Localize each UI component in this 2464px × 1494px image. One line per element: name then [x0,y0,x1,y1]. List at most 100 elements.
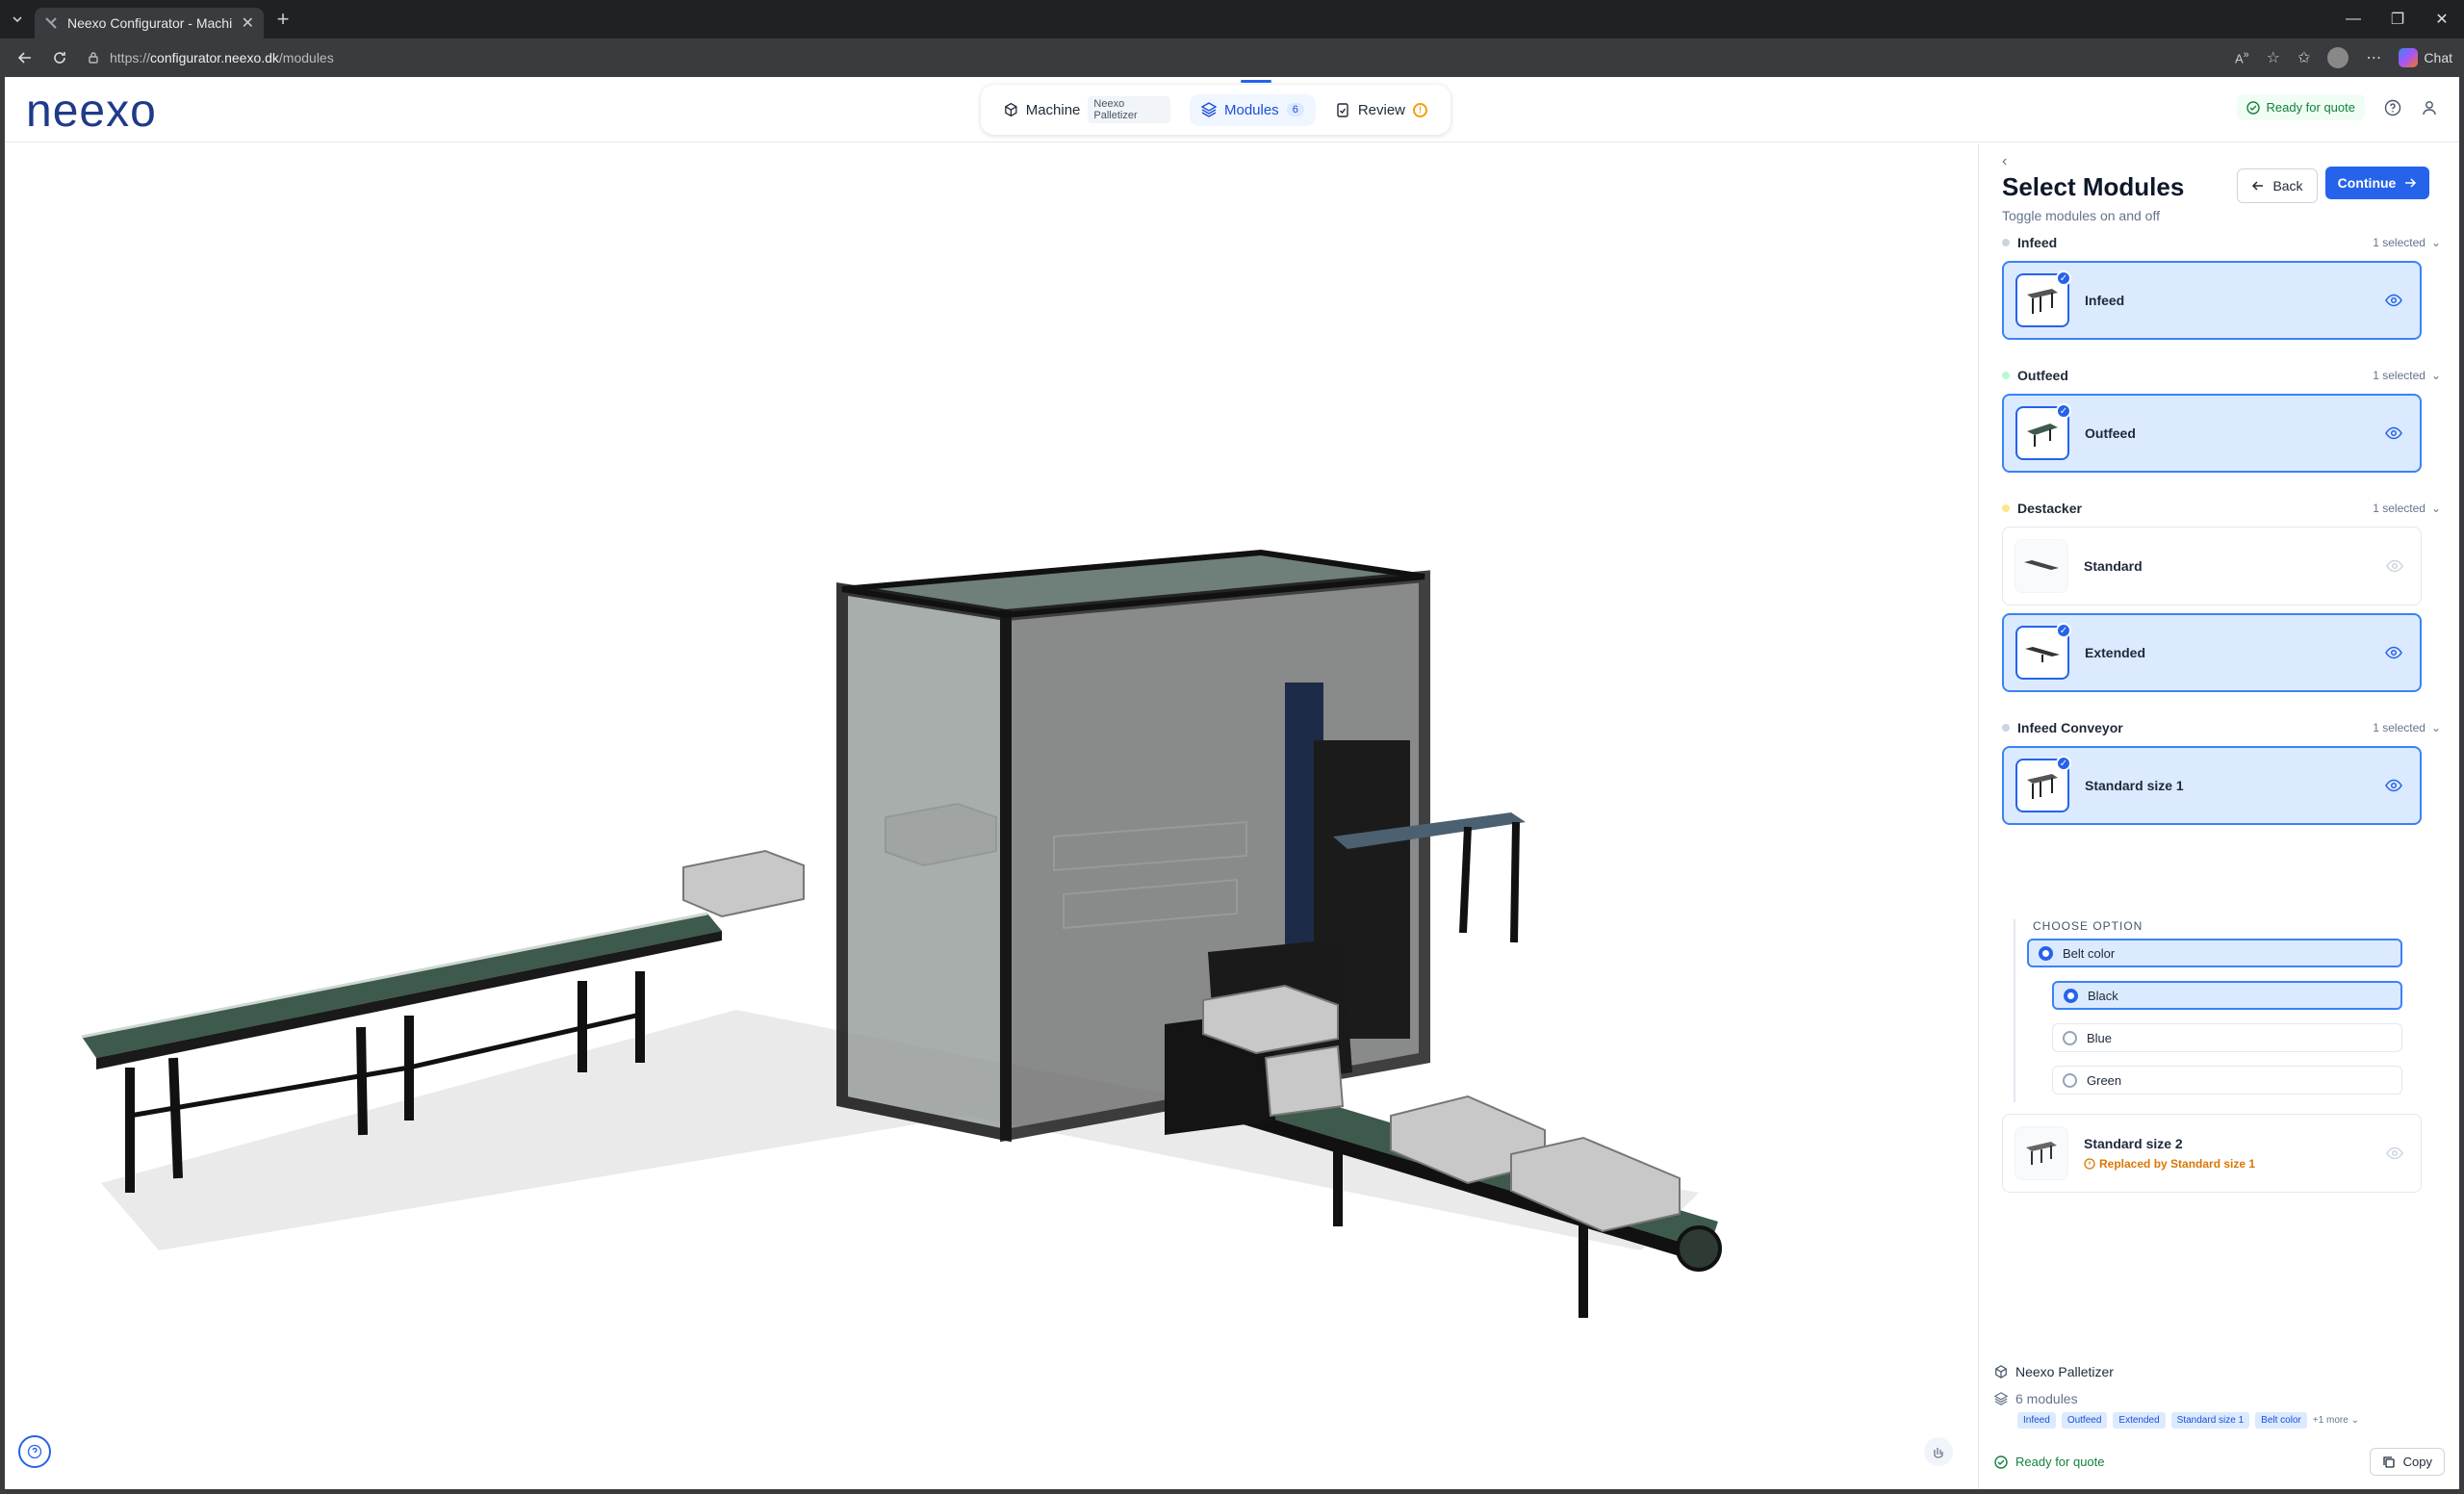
url-prefix: https:// [110,50,151,65]
more-chips-toggle[interactable]: +1 more ⌄ [2313,1415,2359,1426]
eye-off-icon[interactable] [2386,557,2403,575]
conveyor-thumbnail-icon [2027,774,2058,799]
option-value-blue[interactable]: Blue [2052,1023,2402,1052]
check-icon: ✓ [2056,403,2071,419]
module-card-standard-size-1[interactable]: ✓ Standard size 1 [2002,746,2422,825]
copilot-chat-button[interactable]: Chat [2399,48,2452,67]
group-infeed[interactable]: Infeed 1 selected ⌄ [2002,232,2441,253]
chat-label: Chat [2424,50,2452,65]
continue-button[interactable]: Continue [2325,167,2429,199]
cube-icon [1005,102,1017,117]
minimize-icon[interactable]: — [2331,11,2375,28]
destacker-thumbnail-icon [2025,647,2060,662]
viewport-help-button[interactable] [18,1435,51,1468]
module-chip: Outfeed [2061,1412,2108,1429]
browser-tab[interactable]: Neexo Configurator - Machine Co ✕ [35,8,264,39]
summary-machine: Neexo Palletizer [1994,1364,2445,1379]
back-button[interactable]: Back [2237,168,2318,203]
neexo-favicon-icon [45,17,57,29]
url-field[interactable]: https://configurator.neexo.dk/modules [77,44,1463,71]
viewport-gesture-button[interactable] [1924,1437,1953,1466]
favorites-icon[interactable]: ✩ [2297,48,2310,67]
module-name: Standard [2084,558,2143,574]
profile-avatar[interactable] [2327,47,2349,68]
3d-viewport[interactable] [5,143,1978,1494]
warning-icon: ! [1413,102,1427,117]
group-name: Destacker [2017,501,2082,516]
step-modules-label: Modules [1223,101,1279,118]
module-card-extended[interactable]: ✓ Extended [2002,613,2422,692]
group-count: 1 selected ⌄ [2373,369,2441,382]
ready-status-text: Ready for quote [2266,100,2355,115]
layers-icon [1200,102,1217,117]
eye-icon[interactable] [2385,292,2402,309]
neexo-logo[interactable]: neexo [26,85,157,138]
module-thumbnail: ✓ [2015,403,2071,460]
more-menu-icon[interactable]: ⋯ [2366,48,2381,67]
panel-subtitle: Toggle modules on and off [2002,208,2160,223]
restore-icon[interactable]: ❐ [2375,10,2420,29]
favorite-star-icon[interactable]: ☆ [2267,48,2280,67]
copy-icon [2382,1455,2395,1468]
read-aloud-icon[interactable]: A» [2235,49,2249,65]
tab-close-icon[interactable]: ✕ [242,13,254,33]
gesture-icon [1934,1448,1943,1458]
step-modules[interactable]: Modules 6 [1189,93,1316,126]
header-actions: Ready for quote [2237,94,2438,120]
option-selector: CHOOSE OPTION Belt color Black Blue Gree… [2014,919,2422,1102]
reload-icon[interactable] [42,42,77,73]
step-navigation: Machine Neexo Palletizer Modules 6 Revie… [981,85,1450,135]
arrow-left-icon [2252,181,2264,191]
step-review[interactable]: Review ! [1323,94,1439,126]
option-heading: CHOOSE OPTION [2033,919,2143,933]
tab-title: Neexo Configurator - Machine Co [67,15,232,31]
check-icon: ✓ [2056,270,2071,286]
group-count: 1 selected ⌄ [2373,502,2441,515]
group-infeed-conveyor[interactable]: Infeed Conveyor 1 selected ⌄ [2002,717,2441,738]
step-modules-count-badge: 6 [1286,103,1304,116]
group-dot [2002,504,2010,512]
group-outfeed[interactable]: Outfeed 1 selected ⌄ [2002,365,2441,386]
summary-footer: Ready for quote Copy [1994,1448,2445,1476]
module-chips: Infeed Outfeed Extended Standard size 1 … [2017,1412,2445,1429]
option-label: Blue [2087,1030,2113,1045]
step-machine[interactable]: Machine Neexo Palletizer [992,89,1182,131]
back-nav-icon[interactable] [8,42,42,73]
module-name: Infeed [2085,293,2125,308]
step-machine-sub: Neexo Palletizer [1088,96,1170,123]
option-value-black[interactable]: Black [2052,981,2402,1010]
new-tab-button[interactable]: + [264,0,302,39]
group-destacker[interactable]: Destacker 1 selected ⌄ [2002,498,2441,519]
tab-list-chevron-icon[interactable] [0,0,35,39]
layers-icon [1994,1392,2008,1405]
app-header: neexo Machine Neexo Palletizer Modules 6… [5,77,2459,142]
summary-modules: 6 modules [1994,1391,2445,1406]
eye-icon[interactable] [2385,777,2402,794]
eye-off-icon[interactable] [2386,1145,2403,1162]
help-circle-icon[interactable] [2384,99,2401,116]
module-chip: Extended [2113,1412,2166,1429]
option-belt-color[interactable]: Belt color [2027,939,2402,967]
group-count: 1 selected ⌄ [2373,236,2441,249]
eye-icon[interactable] [2385,425,2402,442]
module-card-outfeed[interactable]: ✓ Outfeed [2002,394,2422,473]
summary-status: Ready for quote [2015,1455,2105,1469]
eye-icon[interactable] [2385,644,2402,661]
palletizer-3d-model[interactable] [5,143,1978,1494]
module-card-standard-size-2[interactable]: Standard size 2 Replaced by Standard siz… [2002,1114,2422,1193]
group-dot [2002,239,2010,246]
option-label: Green [2087,1072,2122,1088]
check-icon: ✓ [2056,623,2071,638]
user-icon[interactable] [2421,99,2438,116]
module-card-infeed[interactable]: ✓ Infeed [2002,261,2422,340]
module-card-standard[interactable]: Standard [2002,527,2422,605]
copy-button[interactable]: Copy [2369,1448,2445,1476]
chevron-down-icon: ⌄ [2430,369,2441,382]
close-window-icon[interactable]: ✕ [2420,10,2464,29]
site-info-icon[interactable] [87,51,100,64]
step-machine-label: Machine [1025,101,1081,118]
option-value-green[interactable]: Green [2052,1066,2402,1095]
group-name: Infeed Conveyor [2017,720,2123,735]
group-dot [2002,724,2010,732]
radio-icon [2063,1030,2077,1045]
